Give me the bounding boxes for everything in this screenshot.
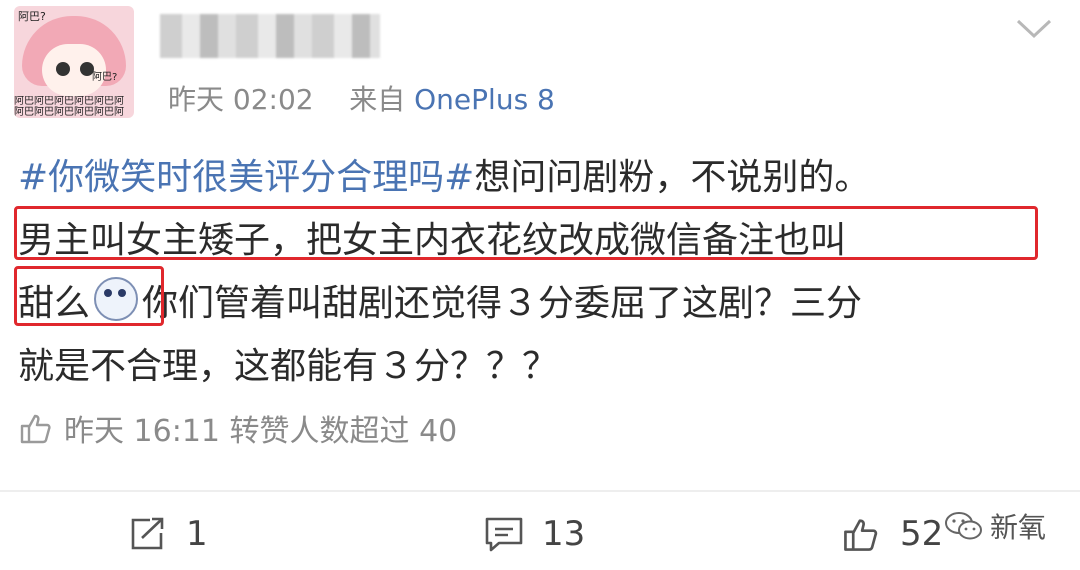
device-name[interactable]: OnePlus 8 [414, 83, 555, 116]
hashtag-link[interactable]: #你微笑时很美评分合理吗# [18, 157, 474, 198]
likes-info-text: 昨天 16:11 转赞人数超过 40 [64, 414, 458, 449]
divider [0, 490, 1080, 492]
from-label: 来自 [349, 83, 406, 116]
repost-count: 1 [186, 514, 208, 554]
avatar-tag-side: 阿巴? [92, 72, 118, 83]
repost-button[interactable]: 1 [128, 514, 208, 554]
watermark-text: 新氧 [990, 511, 1047, 544]
like-button[interactable]: 52 [840, 514, 943, 554]
watermark: 新氧 [944, 506, 1046, 546]
avatar-eye-left [56, 62, 70, 76]
thumbs-up-icon [844, 519, 878, 551]
repost-icon [131, 517, 164, 550]
post-line-3-rest: 你们管着叫甜剧还觉得３分委屈了这剧？三分 [142, 283, 863, 324]
chevron-down-icon[interactable] [1016, 18, 1052, 40]
post-line-4: 就是不合理，这都能有３分？？？ [18, 346, 559, 387]
avatar-strip: 阿巴阿巴阿巴阿巴阿巴阿 阿巴阿巴阿巴阿巴阿巴阿 [14, 96, 134, 118]
post-line-1-text: 想问问剧粉，不说别的。 [474, 157, 871, 198]
comment-button[interactable]: 13 [484, 514, 585, 554]
post-body: #你微笑时很美评分合理吗#想问问剧粉，不说别的。 男主叫女主矮子，把女主内衣花纹… [18, 146, 1048, 398]
thumbs-up-icon [20, 414, 51, 444]
highlight-box-line3 [14, 266, 164, 326]
comment-icon [485, 517, 523, 552]
post-line-1: #你微笑时很美评分合理吗#想问问剧粉，不说别的。 [18, 146, 1048, 209]
post-meta: 昨天 02:02 来自 OnePlus 8 [168, 78, 555, 118]
likes-info: 昨天 16:11 转赞人数超过 40 [18, 406, 457, 450]
comment-count: 13 [542, 514, 586, 554]
avatar-strip-line2: 阿巴阿巴阿巴阿巴阿巴阿 [14, 107, 124, 118]
avatar-tag-top: 阿巴? [18, 10, 46, 23]
highlight-box-line2 [14, 206, 1038, 260]
post-line-3: 甜么 你们管着叫甜剧还觉得３分委屈了这剧？三分 [18, 272, 1048, 335]
username-blurred[interactable] [160, 14, 380, 58]
avatar[interactable]: 阿巴? 阿巴? 阿巴阿巴阿巴阿巴阿巴阿 阿巴阿巴阿巴阿巴阿巴阿 [14, 6, 134, 118]
post-time: 昨天 02:02 [168, 83, 314, 116]
wechat-icon [945, 512, 982, 540]
avatar-strip-line1: 阿巴阿巴阿巴阿巴阿巴阿 [14, 96, 124, 107]
like-count: 52 [900, 514, 944, 554]
